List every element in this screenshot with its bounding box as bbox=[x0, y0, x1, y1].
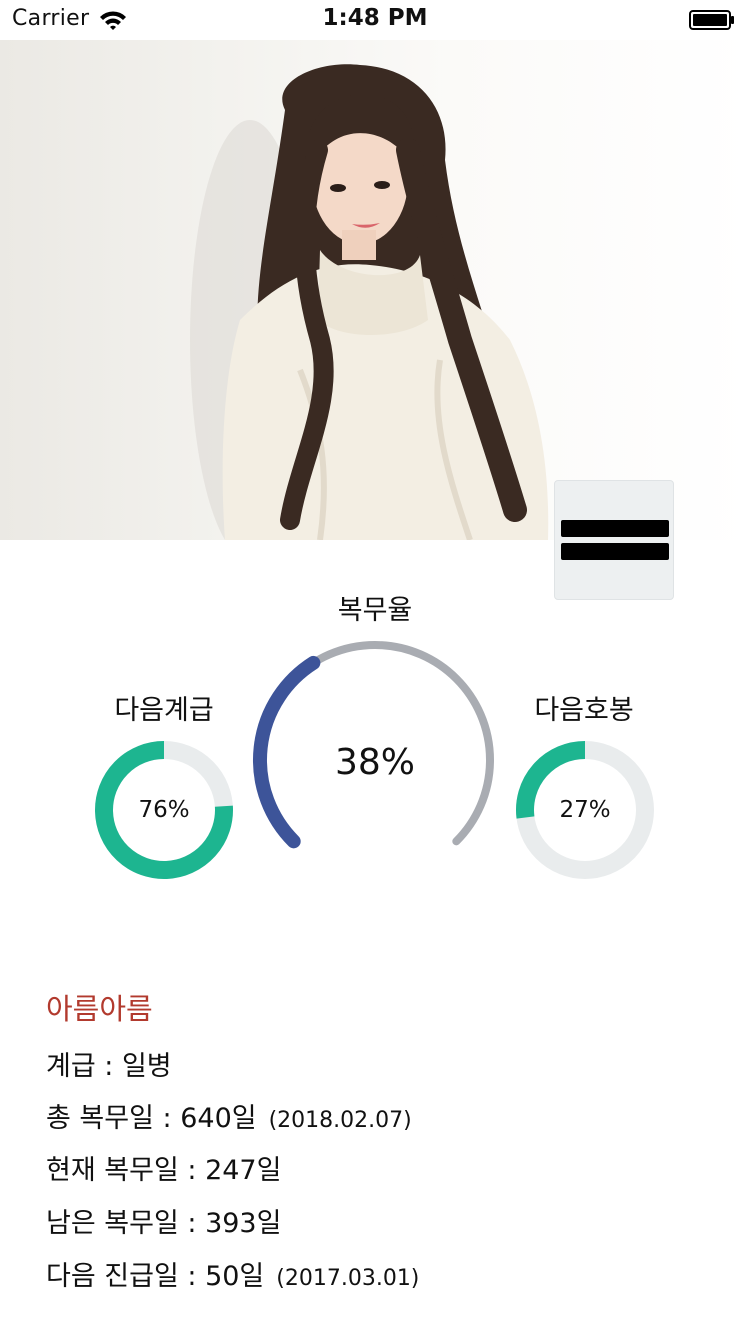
rank-value: 일병 bbox=[121, 1051, 172, 1082]
service-rate-title: 복무율 bbox=[337, 595, 413, 626]
status-time: 1:48 PM bbox=[322, 5, 428, 31]
menu-button[interactable] bbox=[554, 480, 674, 600]
next-step-title: 다음호봉 bbox=[534, 695, 634, 726]
battery-icon bbox=[689, 10, 734, 30]
remaining-service-label: 남은 복무일 bbox=[46, 1208, 179, 1239]
total-service-value: 640일 bbox=[180, 1103, 257, 1134]
next-step-value: 27% bbox=[559, 797, 611, 823]
profile-photo bbox=[0, 40, 750, 540]
current-service-label: 현재 복무일 bbox=[46, 1155, 179, 1186]
portrait-illustration bbox=[190, 64, 549, 540]
next-promotion-row: 다음 진급일 : 50일 (2017.03.01) bbox=[46, 1261, 420, 1292]
discharge-date: (2018.02.07) bbox=[268, 1108, 412, 1133]
promotion-date: (2017.03.01) bbox=[276, 1266, 420, 1291]
total-service-row: 총 복무일 : 640일 (2018.02.07) bbox=[46, 1103, 412, 1134]
next-rank-value: 76% bbox=[138, 797, 190, 823]
remaining-service-value: 393일 bbox=[205, 1208, 282, 1239]
service-rate-value: 38% bbox=[334, 742, 415, 783]
remaining-service-row: 남은 복무일 : 393일 bbox=[46, 1208, 282, 1239]
rank-row: 계급 : 일병 bbox=[46, 1051, 172, 1082]
profile-name: 아름아름 bbox=[46, 992, 153, 1026]
current-service-value: 247일 bbox=[205, 1155, 282, 1186]
next-promotion-value: 50일 bbox=[205, 1261, 265, 1292]
next-rank-title: 다음계급 bbox=[114, 695, 214, 726]
total-service-label: 총 복무일 bbox=[46, 1103, 154, 1134]
current-service-row: 현재 복무일 : 247일 bbox=[46, 1155, 282, 1186]
rank-label: 계급 bbox=[46, 1051, 96, 1082]
next-promotion-label: 다음 진급일 bbox=[46, 1261, 179, 1292]
status-bar: Carrier 1:48 PM bbox=[0, 0, 750, 40]
